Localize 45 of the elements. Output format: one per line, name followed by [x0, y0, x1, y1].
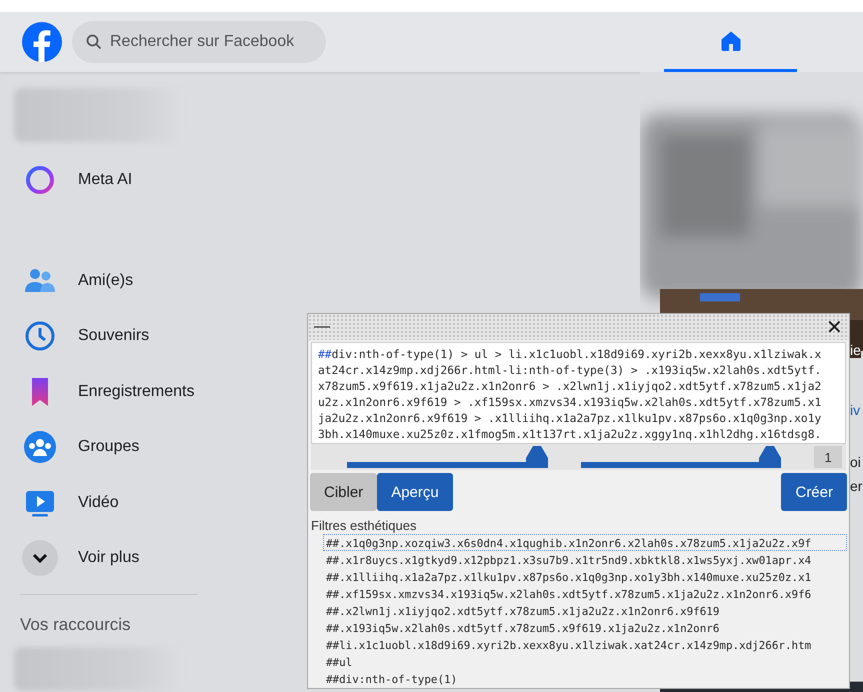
action-button[interactable]: Aperçu: [377, 473, 453, 511]
sidebar-item[interactable]: Groupes: [14, 420, 210, 475]
cut-text: iv: [850, 402, 860, 418]
sidebar-item[interactable]: Meta AI: [14, 152, 210, 208]
cut-text: ie: [850, 342, 861, 358]
close-button[interactable]: ✕: [820, 315, 849, 339]
code-line: ##div:nth-of-type(1) > ul > li.x1c1uobl.x18d9i69.xyri2b.xexx8yu.x1lziwak.x: [318, 347, 822, 363]
home-icon: [718, 28, 742, 52]
filter-item[interactable]: ##div:nth-of-type(1): [323, 670, 847, 687]
list-title: Filtres esthétiques: [310, 517, 418, 534]
filter-item[interactable]: ##.x1lliihq.x1a2a7pz.x1lku1pv.x87ps6o.x1q0g3np.xo1y3bh.x140muxe.xu25z0z.x1: [323, 568, 847, 585]
slider[interactable]: [347, 446, 545, 468]
cut-text: er: [850, 478, 862, 494]
code-line: x78zum5.x9f619.x1ja2u2z.x1n2onr6 > .x2lwn1j.x1iyjqo2.xdt5ytf.x78zum5.x1ja2: [318, 379, 822, 395]
selector-field[interactable]: [311, 342, 846, 444]
filter-item[interactable]: ##.xf159sx.xmzvs34.x193iq5w.x2lah0s.xdt5ytf.x78zum5.x1ja2u2z.x1n2onr6.x9f6: [323, 585, 847, 602]
filter-item[interactable]: ##ul: [323, 653, 847, 670]
action-button[interactable]: Cibler: [310, 473, 378, 511]
code-line: 3bh.x140muxe.xu25z0z.x1fmog5m.x1t137rt.x1ja2u2z.xggy1nq.x1hl2dhg.x16tdsg8.: [318, 427, 822, 443]
section-title: Vos raccourcis: [19, 614, 132, 635]
filter-item[interactable]: ##.x193iq5w.x2lah0s.xdt5ytf.x78zum5.x9f619.x1ja2u2z.x1n2onr6: [323, 619, 847, 636]
group-icon: [22, 429, 58, 466]
slider-thumb[interactable]: [759, 446, 782, 468]
sidebar-item[interactable]: Souvenirs: [14, 308, 210, 364]
sidebar-item[interactable]: Ami(e)s: [14, 253, 210, 309]
code-line: u2z.x1n2onr6.x9f619 > .xf159sx.xmzvs34.x193iq5w.x2lah0s.xdt5ytf.x78zum5.x1: [318, 395, 822, 411]
filter-item[interactable]: ##li.x1c1uobl.x18d9i69.xyri2b.xexx8yu.x1lziwak.xat24cr.x14z9mp.xdj266r.htm: [323, 636, 847, 653]
logo-icon[interactable]: [22, 22, 62, 62]
filter-item[interactable]: ##.x1r8uycs.x1gtkyd9.x12pbpz1.x3su7b9.x1tr5nd9.xbktkl8.x1ws5yxj.xw01apr.x4: [323, 551, 847, 568]
count-field: 1: [814, 446, 842, 468]
action-button[interactable]: Créer: [781, 473, 847, 511]
filter-item[interactable]: ##.x2lwn1j.x1iyjqo2.xdt5ytf.x78zum5.x1ja2u2z.x1n2onr6.x9f619: [323, 602, 847, 619]
filter-item[interactable]: ##.x1q0g3np.xozqiw3.x6s0dn4.x1qughib.x1n2onr6.x2lah0s.x78zum5.x1ja2u2z.x9f: [323, 534, 847, 551]
slider[interactable]: [580, 446, 778, 468]
chevron-down-icon: [22, 540, 58, 576]
code-line: at24cr.x14z9mp.xdj266r.html-li:nth-of-type(3) > .x193iq5w.x2lah0s.xdt5ytf.: [318, 363, 822, 379]
code-line: ja2u2z.x1n2onr6.x9f619 > .x1lliihq.x1a2a7pz.x1lku1pv.x87ps6o.x1q0g3np.xo1y: [318, 411, 822, 427]
sidebar-item[interactable]: Vidéo: [14, 474, 210, 530]
search-field[interactable]: Rechercher sur Facebook: [72, 21, 326, 63]
slider-thumb[interactable]: [526, 446, 548, 468]
minimize-button[interactable]: —: [308, 315, 336, 339]
sidebar-item[interactable]: Enregistrements: [14, 364, 210, 420]
cut-text: oi: [850, 454, 861, 470]
sidebar-item[interactable]: Voir plus: [14, 530, 210, 586]
search-icon: [86, 34, 102, 50]
